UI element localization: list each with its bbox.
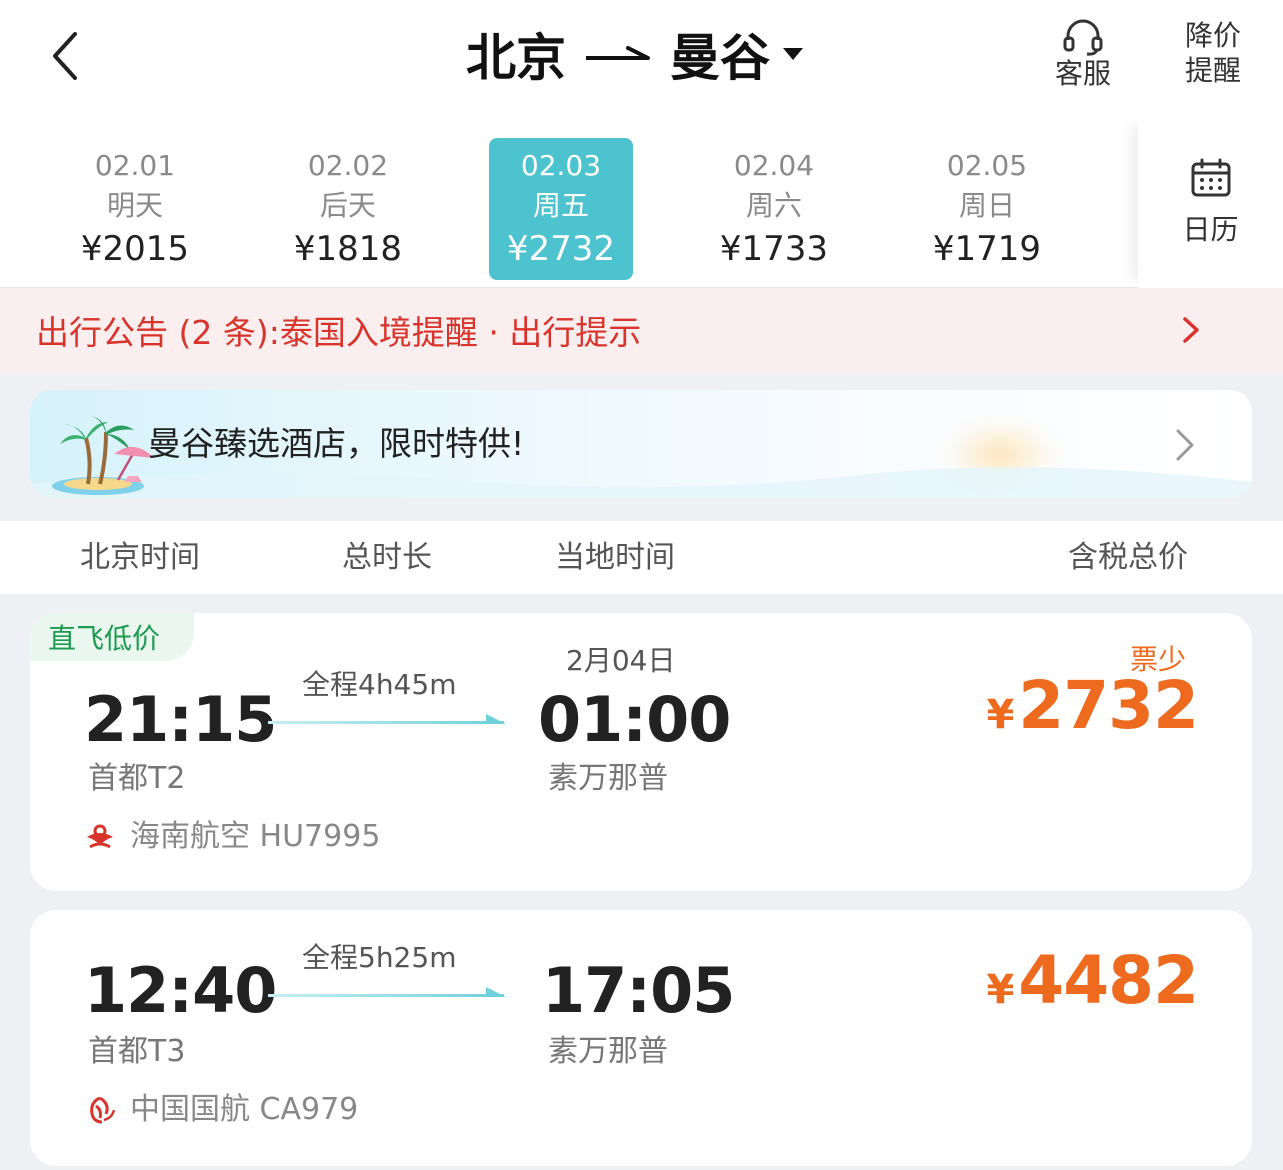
- column-arrival-time[interactable]: 当地时间: [555, 539, 675, 577]
- date-lowest-price: ¥2732: [506, 229, 616, 269]
- air-china-logo: [90, 1096, 116, 1124]
- date-option[interactable]: 02.02 后天 ¥1818: [276, 138, 420, 280]
- column-price[interactable]: 含税总价: [1068, 539, 1188, 577]
- arrival-time: 01:00: [538, 683, 731, 756]
- flight-price: ¥ 2732: [986, 667, 1199, 744]
- hotel-promo-text: 曼谷臻选酒店，限时特供!: [148, 424, 525, 463]
- date-label: 02.01: [94, 149, 176, 182]
- arrival-date: 2月04日: [566, 644, 676, 677]
- chevron-right-icon: [1176, 429, 1194, 461]
- airline-info: 中国国航 CA979: [84, 1090, 358, 1130]
- arrival-time: 17:05: [542, 954, 735, 1027]
- chevron-left-icon: [53, 32, 77, 80]
- flight-arrow-icon: [268, 714, 506, 724]
- date-selector: 02.01 明天 ¥2015 02.02 后天 ¥1818 02.03 周五 ¥…: [0, 118, 1283, 288]
- date-lowest-price: ¥2015: [80, 229, 190, 269]
- departure-airport: 首都T2: [88, 761, 186, 796]
- date-label: 02.04: [733, 149, 815, 182]
- departure-airport: 首都T3: [88, 1034, 186, 1069]
- top-nav-bar: 北京 曼谷 客服 降价 提醒: [0, 0, 1283, 118]
- service-label: 客服: [1054, 56, 1111, 90]
- calendar-button[interactable]: 日历: [1138, 118, 1283, 288]
- calendar-label: 日历: [1182, 213, 1239, 246]
- notice-text: 出行公告 (2 条):泰国入境提醒 · 出行提示: [36, 313, 642, 352]
- weekday-label: 明天: [106, 189, 163, 222]
- caret-down-icon: [783, 48, 803, 60]
- price-alert-label-line1: 降价: [1184, 19, 1241, 52]
- date-option[interactable]: 02.05 周日 ¥1719: [915, 138, 1059, 280]
- weekday-label: 周六: [745, 189, 802, 222]
- destination-city: 曼谷: [670, 29, 770, 87]
- chevron-right-icon: [1183, 317, 1199, 343]
- travel-notice-bar[interactable]: 出行公告 (2 条):泰国入境提醒 · 出行提示: [0, 288, 1283, 372]
- weekday-label: 后天: [319, 189, 376, 222]
- price-alert-button[interactable]: 降价 提醒: [1168, 8, 1258, 98]
- date-label: 02.02: [307, 149, 389, 182]
- route-arrow-icon: [586, 46, 650, 60]
- column-duration[interactable]: 总时长: [342, 539, 432, 577]
- price-value: 2732: [1018, 667, 1199, 744]
- departure-time: 21:15: [84, 683, 277, 756]
- airline-flight-number: 中国国航 CA979: [130, 1092, 359, 1127]
- weekday-label: 周日: [958, 189, 1015, 222]
- hainan-airlines-logo: [87, 824, 113, 849]
- date-option-selected[interactable]: 02.03 周五 ¥2732: [489, 138, 633, 280]
- arrival-airport: 素万那普: [548, 1034, 668, 1069]
- flight-price: ¥ 4482: [986, 942, 1199, 1019]
- flight-arrow-icon: [268, 987, 506, 997]
- airline-info: 海南航空 HU7995: [84, 817, 380, 857]
- flight-card[interactable]: 直飞低价 21:15 首都T2 全程4h45m 2月04日 01:00 素万那普…: [30, 613, 1252, 891]
- date-lowest-price: ¥1733: [719, 229, 829, 269]
- date-option[interactable]: 02.01 明天 ¥2015: [63, 138, 207, 280]
- calendar-icon: [1191, 158, 1230, 197]
- currency-symbol: ¥: [986, 967, 1015, 1013]
- hotel-promo-banner[interactable]: 曼谷臻选酒店，限时特供!: [30, 390, 1252, 498]
- date-label: 02.05: [946, 149, 1028, 182]
- column-departure-time[interactable]: 北京时间: [80, 539, 200, 577]
- direct-low-price-tag: 直飞低价: [30, 613, 194, 661]
- arrival-airport: 素万那普: [548, 761, 668, 796]
- customer-service-button[interactable]: 客服: [1038, 8, 1128, 98]
- date-lowest-price: ¥1719: [932, 229, 1042, 269]
- price-alert-label-line2: 提醒: [1184, 54, 1241, 87]
- flight-card[interactable]: 12:40 首都T3 全程5h25m 17:05 素万那普 中国国航 CA979…: [30, 910, 1252, 1166]
- list-column-header: 北京时间 总时长 当地时间 含税总价: [0, 521, 1283, 594]
- origin-city: 北京: [466, 29, 566, 87]
- flight-duration: 全程4h45m: [302, 668, 457, 701]
- weekday-label: 周五: [532, 189, 589, 222]
- date-lowest-price: ¥1818: [293, 229, 403, 269]
- date-label: 02.03: [520, 149, 602, 182]
- departure-time: 12:40: [84, 954, 277, 1027]
- date-option[interactable]: 02.04 周六 ¥1733: [702, 138, 846, 280]
- currency-symbol: ¥: [986, 692, 1015, 738]
- headset-icon: [1063, 19, 1103, 56]
- flight-duration: 全程5h25m: [302, 941, 457, 974]
- back-button[interactable]: [40, 28, 90, 84]
- route-selector[interactable]: 北京 曼谷: [466, 22, 804, 87]
- price-value: 4482: [1018, 942, 1199, 1019]
- airline-flight-number: 海南航空 HU7995: [130, 819, 381, 854]
